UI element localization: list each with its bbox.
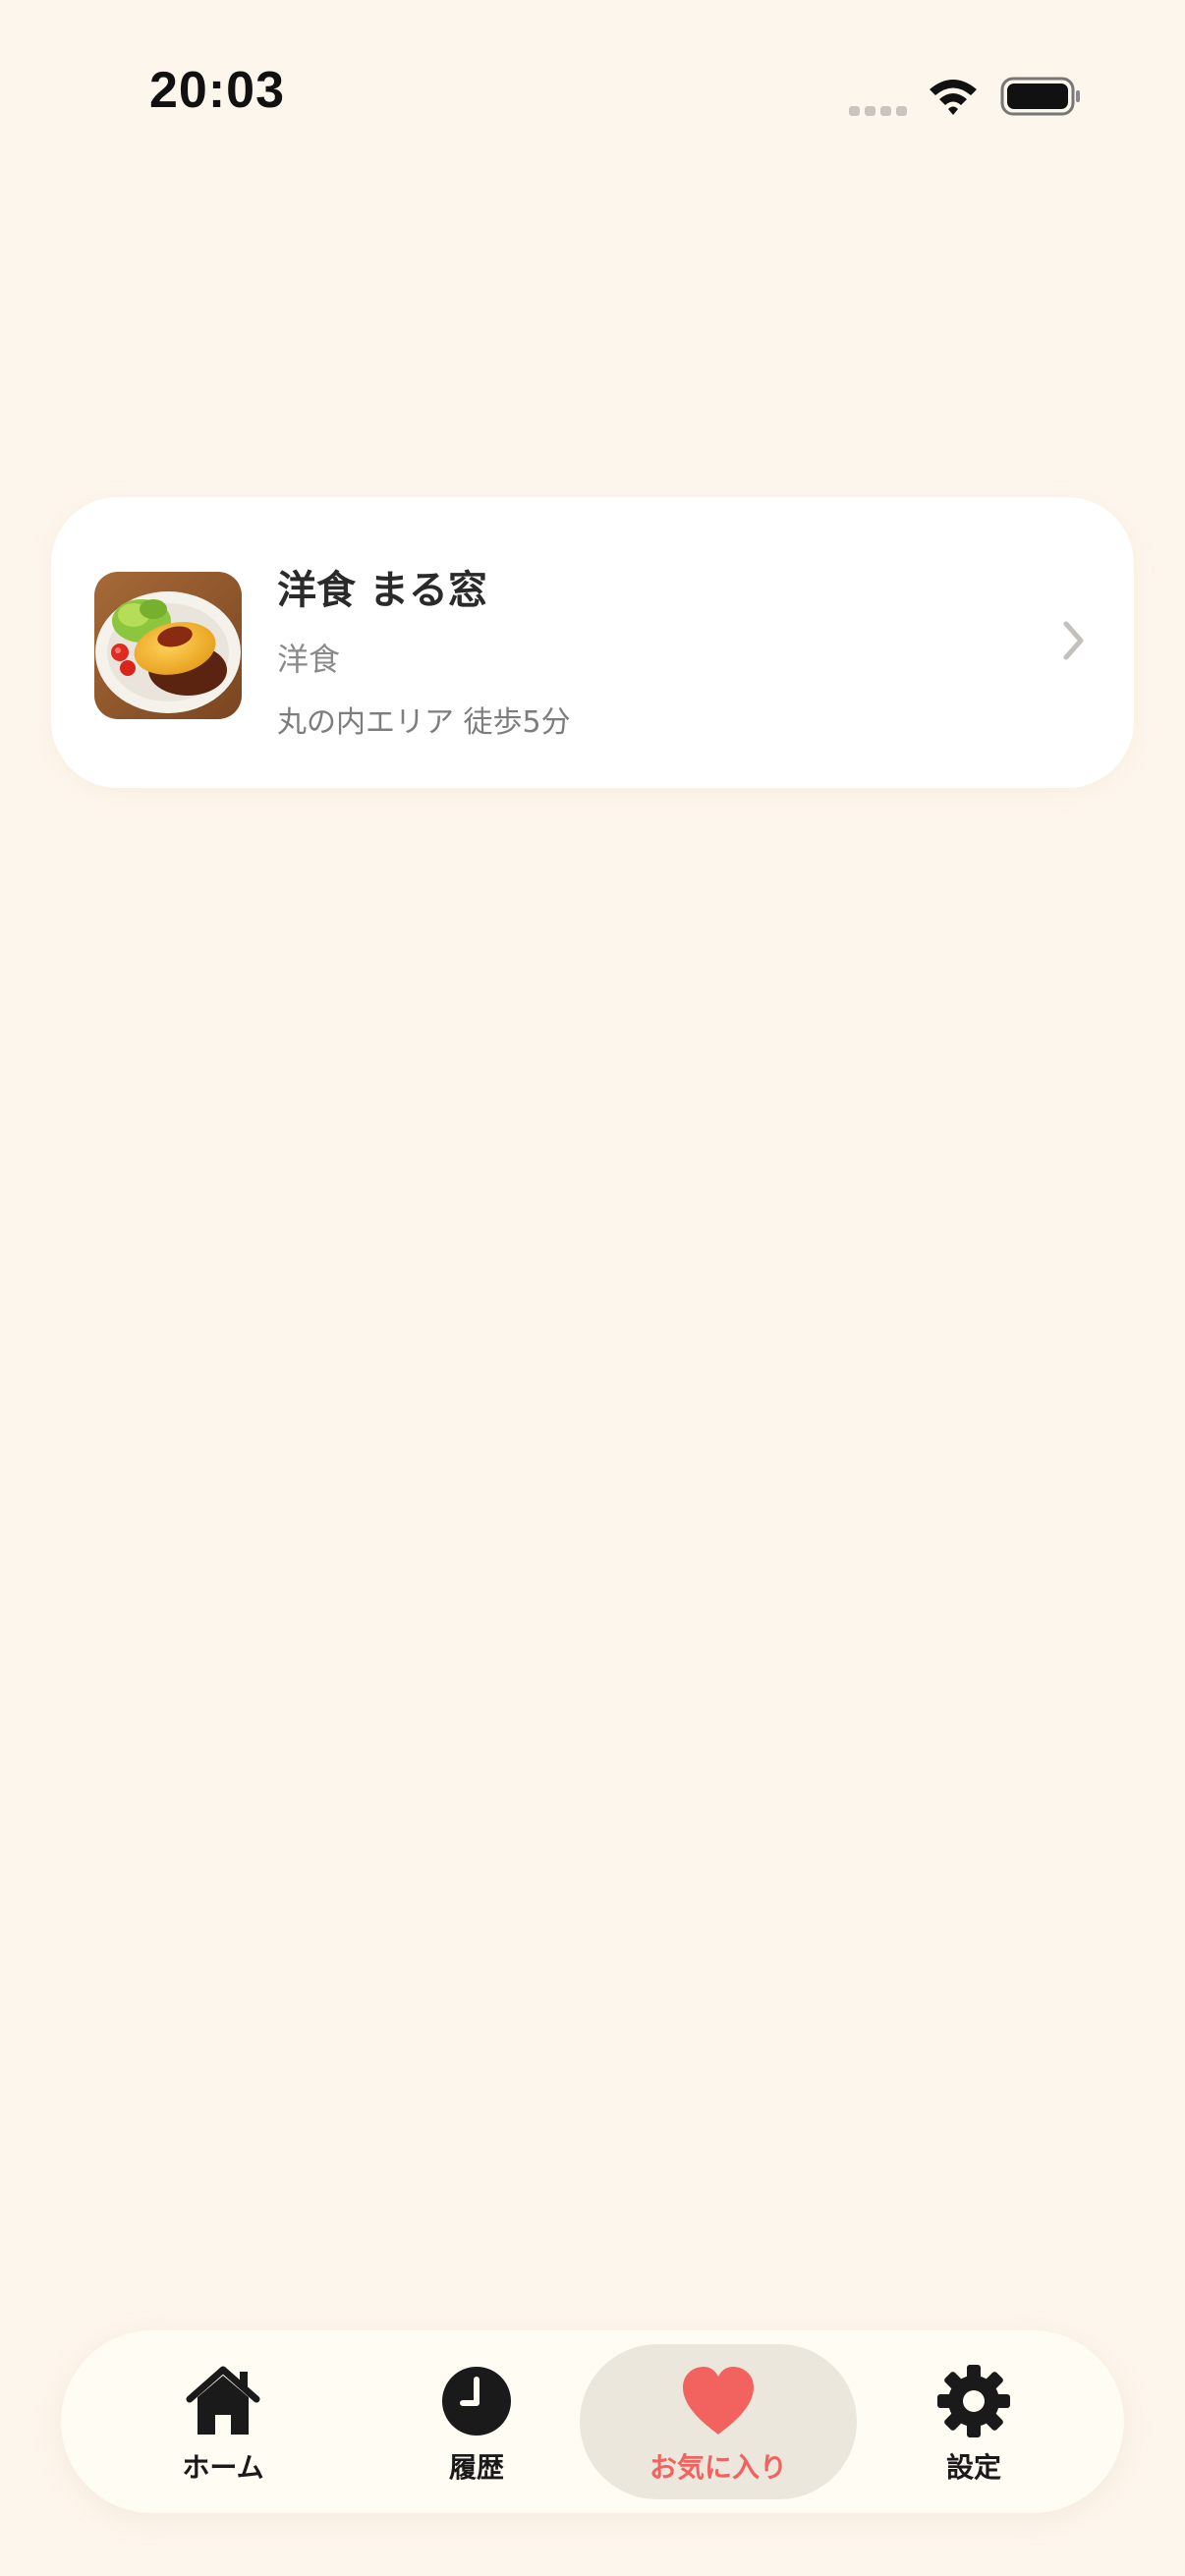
tab-history[interactable]: 履歴 xyxy=(338,2344,615,2499)
restaurant-location: 丸の内エリア 徒歩5分 xyxy=(277,705,571,740)
chevron-right-icon xyxy=(1063,621,1084,660)
tab-settings[interactable]: 設定 xyxy=(835,2344,1112,2499)
clock-icon xyxy=(442,2367,511,2436)
tab-home-label: ホーム xyxy=(182,2451,264,2484)
tab-home[interactable]: ホーム xyxy=(85,2344,362,2499)
status-bar: 20:03 xyxy=(0,0,1185,196)
tab-favorites-label: お気に入り xyxy=(649,2451,787,2484)
status-time: 20:03 xyxy=(149,62,285,119)
tab-settings-label: 設定 xyxy=(945,2451,1001,2484)
tab-bar: ホーム 履歴 お気に入り 設定 xyxy=(61,2330,1124,2513)
favorite-restaurant-card[interactable]: 洋食 まる窓 洋食 丸の内エリア 徒歩5分 xyxy=(51,497,1134,788)
restaurant-name: 洋食 まる窓 xyxy=(277,568,487,613)
battery-icon xyxy=(1000,77,1080,116)
gear-icon xyxy=(937,2365,1010,2437)
wifi-icon xyxy=(930,80,977,115)
heart-icon xyxy=(683,2367,754,2435)
tab-history-label: 履歴 xyxy=(448,2451,504,2484)
tab-favorites[interactable]: お気に入り xyxy=(580,2344,857,2499)
restaurant-category: 洋食 xyxy=(277,641,341,678)
omurice-photo-icon xyxy=(94,572,242,719)
cellular-signal-icon xyxy=(849,106,907,116)
restaurant-thumbnail xyxy=(94,572,242,719)
home-icon xyxy=(186,2366,260,2435)
